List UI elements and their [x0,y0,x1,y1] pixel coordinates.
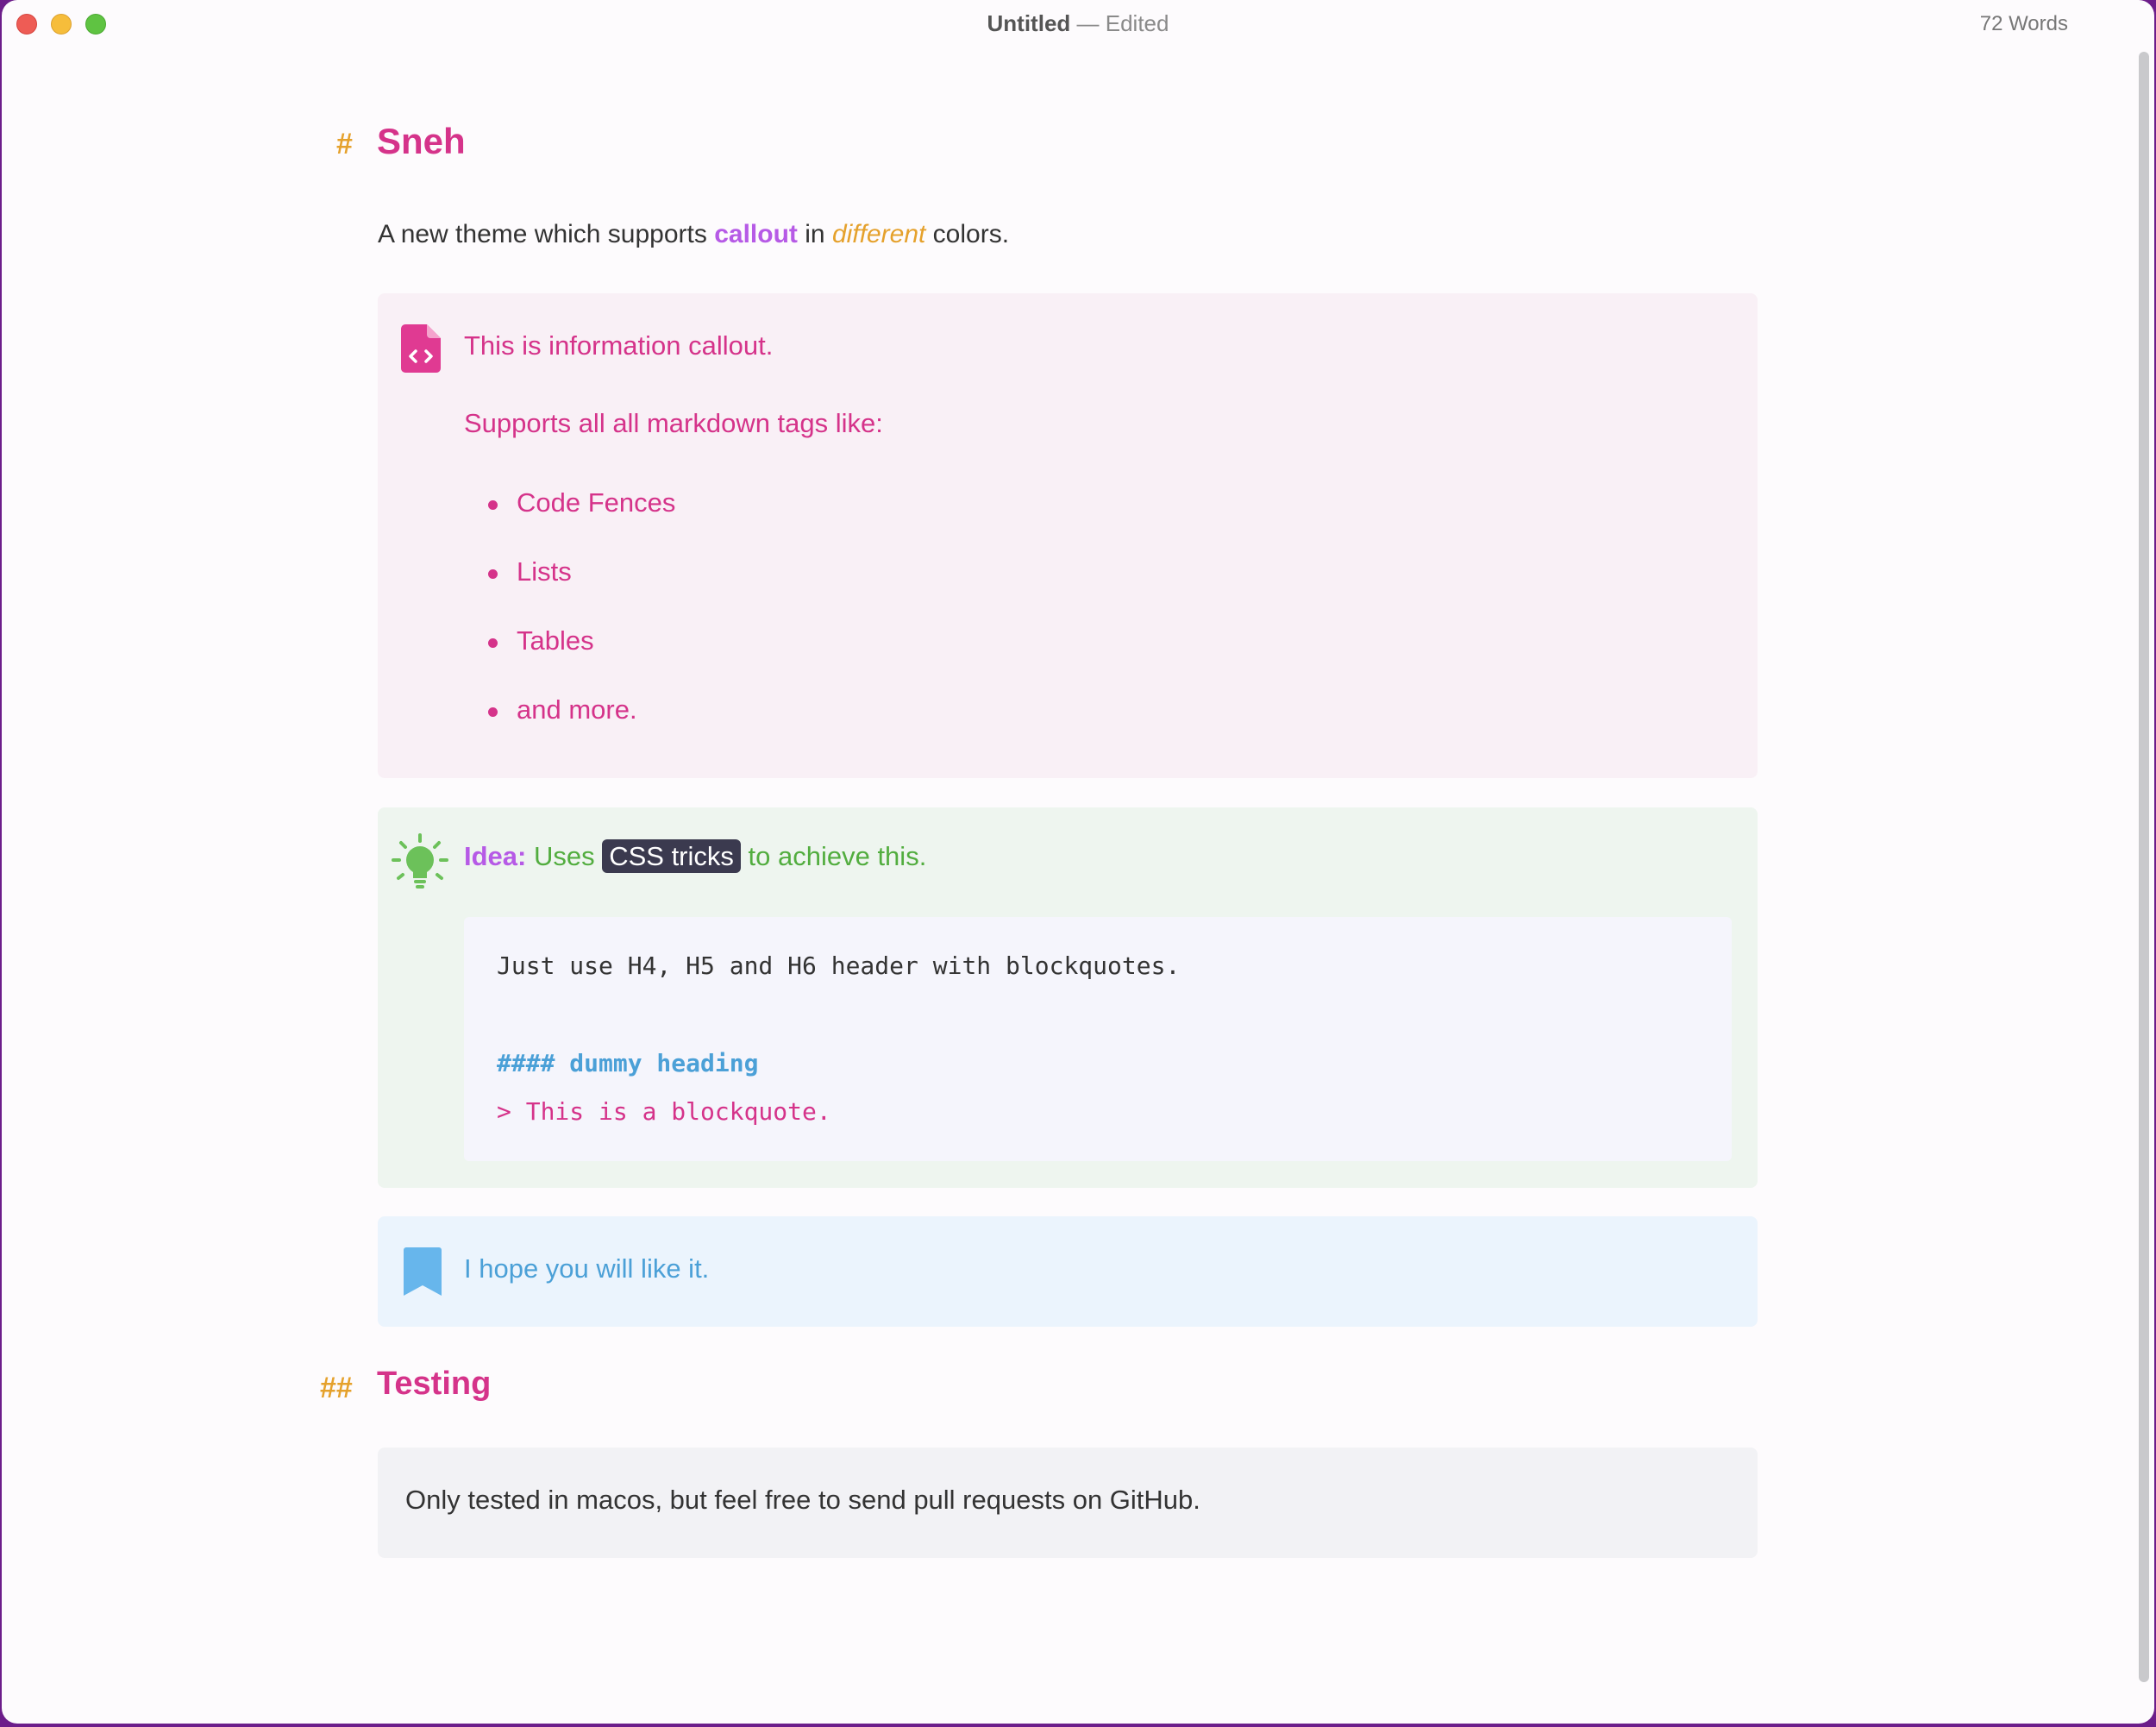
note-callout[interactable]: I hope you will like it. [378,1216,1758,1327]
info-callout-title: This is information callout. [464,330,774,361]
list-item: Lists [488,556,675,625]
intro-emphasis: different [831,220,926,248]
code-fence[interactable]: Just use H4, H5 and H6 header with block… [464,917,1732,1161]
bookmark-icon [404,1247,442,1296]
feature-list: Code Fences Lists Tables and more. [488,487,675,763]
idea-text-end: to achieve this. [740,841,927,871]
h2-marker: ## [320,1372,353,1404]
editor-window: Untitled — Edited 72 Words # Sneh A new … [2,0,2154,1724]
intro-text-middle: in [797,220,832,248]
list-item: Tables [488,625,675,694]
lightbulb-icon [392,833,448,889]
list-item: and more. [488,694,675,763]
idea-callout[interactable]: Idea: Uses CSS tricks to achieve this. J… [378,807,1758,1188]
vertical-scrollbar[interactable] [2139,52,2149,1682]
plain-callout-text: Only tested in macos, but feel free to s… [405,1485,1200,1515]
intro-text-end: colors. [925,220,1010,248]
intro-paragraph[interactable]: A new theme which supports callout in di… [378,220,1009,249]
code-line: Just use H4, H5 and H6 header with block… [497,951,1181,980]
plain-callout[interactable]: Only tested in macos, but feel free to s… [378,1448,1758,1558]
intro-text-start: A new theme which supports [378,220,715,248]
code-line: #### dummy heading [497,1049,759,1077]
document-body[interactable]: # Sneh A new theme which supports callou… [2,0,2154,1724]
h1-marker: # [336,128,353,160]
info-callout-subtitle: Supports all all markdown tags like: [464,408,883,438]
code-line: > This is a blockquote. [497,1097,831,1126]
note-callout-text: I hope you will like it. [464,1253,710,1284]
info-callout[interactable]: This is information callout. Supports al… [378,293,1758,778]
inline-code: CSS tricks [602,839,741,873]
list-item: Code Fences [488,487,675,556]
file-code-icon [401,324,441,373]
idea-text-start: Uses [526,841,603,871]
heading-1[interactable]: Sneh [377,121,466,162]
idea-label: Idea: [464,841,527,871]
idea-callout-title: Idea: Uses CSS tricks to achieve this. [464,839,927,873]
intro-keyword: callout [714,220,798,248]
heading-2[interactable]: Testing [377,1366,491,1403]
